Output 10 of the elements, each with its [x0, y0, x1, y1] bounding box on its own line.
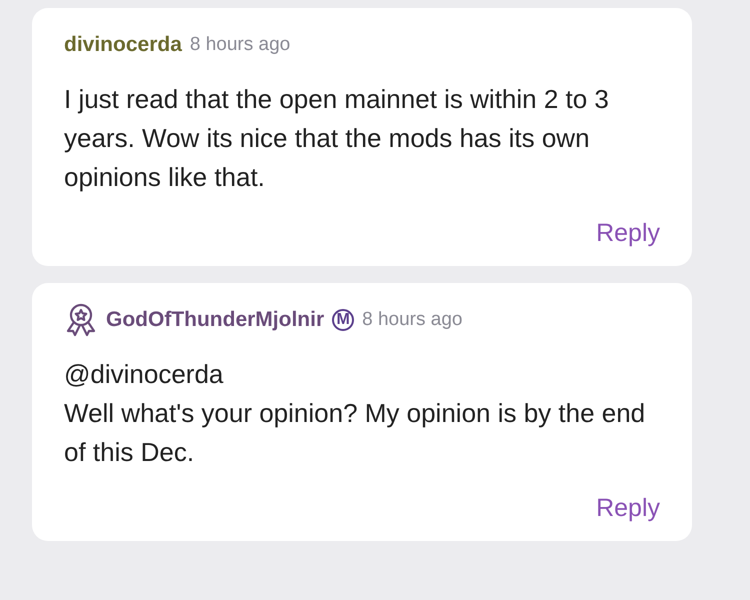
timestamp: 8 hours ago [362, 309, 462, 331]
timestamp: 8 hours ago [190, 34, 290, 56]
reply-button[interactable]: Reply [596, 219, 660, 248]
comment-text: Well what's your opinion? My opinion is by the end of this Dec. [64, 397, 646, 469]
comment-text: I just read that the open mainnet is within 2 to 3 years. Wow its nice that the mods has its own opinions like that. [64, 83, 610, 194]
reply-button[interactable]: Reply [596, 494, 660, 523]
username[interactable]: GodOfThunderMjolnir [106, 308, 324, 332]
comment-text: @divinocerda [64, 358, 224, 391]
moderator-badge: M [332, 309, 354, 331]
username[interactable]: divinocerda [64, 33, 182, 57]
